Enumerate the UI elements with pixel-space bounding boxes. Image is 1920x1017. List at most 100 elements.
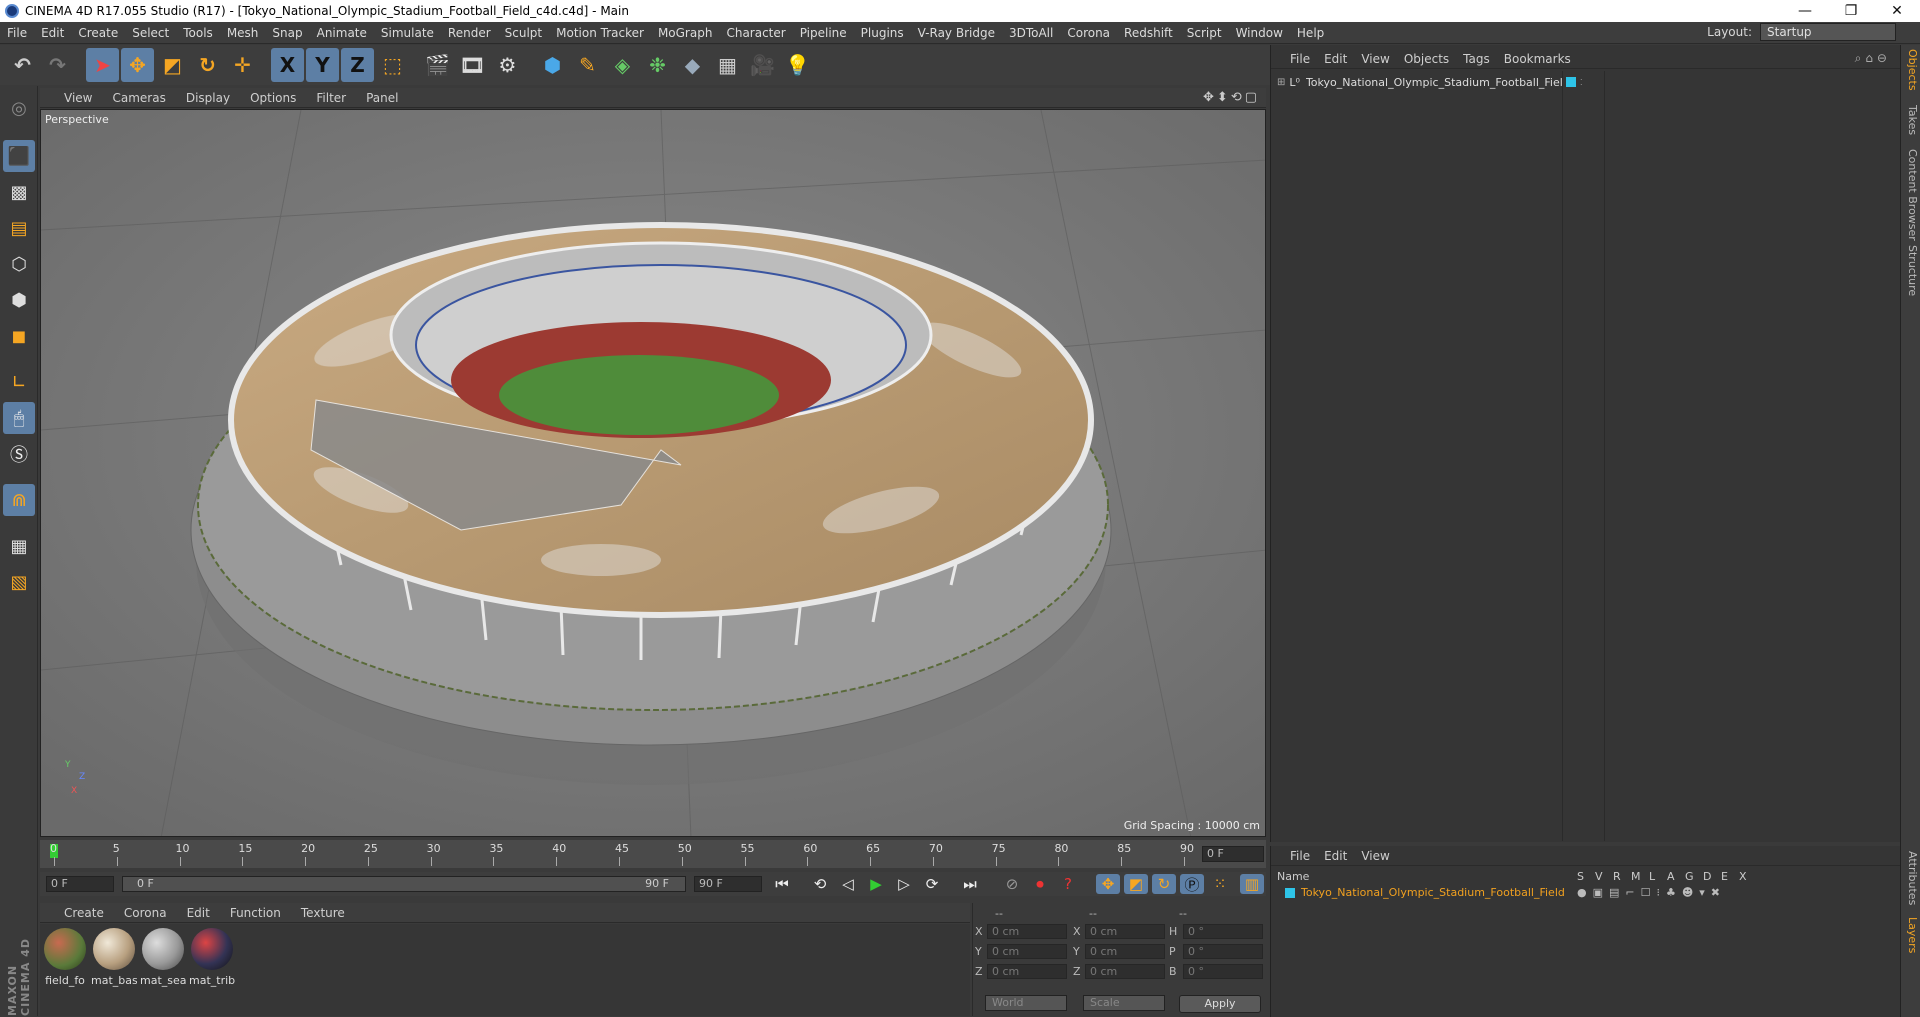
obj-menu-file[interactable]: File [1283,52,1317,66]
coord-system-dropdown[interactable]: World [985,995,1067,1011]
menu-corona[interactable]: Corona [1060,26,1117,40]
live-selection-icon[interactable]: ➤ [86,48,119,82]
floor-icon[interactable]: ▦ [711,48,744,82]
obj-menu-bookmarks[interactable]: Bookmarks [1497,52,1578,66]
vp-menu-cameras[interactable]: Cameras [102,91,175,105]
next-key-icon[interactable]: ⟳ [920,874,944,894]
mat-menu-function[interactable]: Function [220,906,291,920]
menu-plugins[interactable]: Plugins [854,26,911,40]
menu-window[interactable]: Window [1229,26,1290,40]
next-frame-icon[interactable]: ▷ [892,874,916,894]
texture-mode-icon[interactable]: ▩ [3,176,35,208]
object-name[interactable]: Tokyo_National_Olympic_Stadium_Football_… [1306,76,1562,89]
menu-mesh[interactable]: Mesh [220,26,266,40]
coordinate-system-icon[interactable]: ⬚ [376,48,409,82]
key-scale-icon[interactable]: ◩ [1124,874,1148,894]
vp-menu-view[interactable]: View [40,91,102,105]
go-to-end-icon[interactable]: ⏭ [958,874,982,894]
y-axis-lock-button[interactable]: Y [306,48,339,82]
obj-search-home-icons[interactable]: ⌕⌂⊖ [1855,51,1891,66]
layer-col-l[interactable]: L [1649,870,1655,883]
undo-icon[interactable]: ↶ [6,48,39,82]
obj-menu-view[interactable]: View [1354,52,1396,66]
obj-menu-objects[interactable]: Objects [1397,52,1456,66]
tab-takes[interactable]: Takes [1903,105,1919,135]
layer-name[interactable]: Tokyo_National_Olympic_Stadium_Football_… [1301,886,1565,899]
material-item[interactable]: mat_sea [140,928,186,992]
layer-col-g[interactable]: G [1685,870,1694,883]
layer-col-r[interactable]: R [1613,870,1621,883]
axis-mode-icon[interactable]: ∟ [3,366,35,398]
menu-vray-bridge[interactable]: V-Ray Bridge [911,26,1002,40]
menu-select[interactable]: Select [125,26,176,40]
mat-menu-texture[interactable]: Texture [291,906,355,920]
camera-icon[interactable]: 🎥 [746,48,779,82]
edit-render-settings-icon[interactable]: ⚙ [491,48,524,82]
autokey-icon[interactable]: ⏺ [1028,874,1052,894]
rot-b-field[interactable]: 0 ° [1183,964,1263,979]
layer-color-swatch[interactable] [1285,888,1295,898]
deformer-icon[interactable]: ◆ [676,48,709,82]
expand-icon[interactable]: ⊞ [1277,77,1285,88]
layout-dropdown[interactable]: Startup [1760,23,1896,41]
vp-menu-options[interactable]: Options [240,91,306,105]
previous-key-icon[interactable]: ⟲ [808,874,832,894]
restore-button[interactable]: ❐ [1828,0,1874,22]
material-item[interactable]: field_fo [42,928,88,992]
visibility-dots-icon[interactable]: ⁚ [1580,78,1583,87]
snap-icon[interactable]: ⋒ [3,484,35,516]
workplane-lock-icon[interactable]: ▦ [3,530,35,562]
make-editable-icon[interactable]: ◎ [3,92,35,124]
menu-edit[interactable]: Edit [34,26,71,40]
layer-menu-view[interactable]: View [1354,849,1396,863]
layer-col-x[interactable]: X [1739,870,1747,883]
key-parameter-icon[interactable]: Ⓟ [1180,874,1204,894]
tab-attributes[interactable]: Attributes [1903,851,1919,905]
menu-animate[interactable]: Animate [310,26,374,40]
end-frame-field[interactable]: 90 F [694,876,762,892]
layer-col-m[interactable]: M [1631,870,1641,883]
menu-help[interactable]: Help [1290,26,1331,40]
menu-pipeline[interactable]: Pipeline [793,26,854,40]
pen-spline-icon[interactable]: ✎ [571,48,604,82]
timeline-ruler[interactable]: 0 5 10 15 20 25 30 35 40 45 50 55 60 65 70 75 80 85 90 0 F [40,840,1266,868]
layer-col-s[interactable]: S [1577,870,1584,883]
previous-frame-icon[interactable]: ◁ [836,874,860,894]
pos-y-field[interactable]: 0 cm [987,944,1067,959]
menu-file[interactable]: File [0,26,34,40]
layer-col-d[interactable]: D [1703,870,1711,883]
redo-icon[interactable]: ↷ [41,48,74,82]
layer-row[interactable]: Tokyo_National_Olympic_Stadium_Football_… [1271,886,1901,902]
frame-range-slider[interactable]: 0 F 90 F [122,876,686,892]
x-axis-lock-button[interactable]: X [271,48,304,82]
pos-z-field[interactable]: 0 cm [987,964,1067,979]
timeline-window-icon[interactable]: ▥ [1240,874,1264,894]
menu-simulate[interactable]: Simulate [374,26,441,40]
close-button[interactable]: ✕ [1874,0,1920,22]
layer-col-v[interactable]: V [1595,870,1603,883]
layer-col-a[interactable]: A [1667,870,1675,883]
tab-objects[interactable]: Objects [1903,49,1919,91]
layer-flag-icons[interactable]: ●▣▤⌐☐⁝♣☻▾✖ [1577,886,1726,899]
menu-character[interactable]: Character [719,26,792,40]
render-view-icon[interactable]: 🎬 [421,48,454,82]
layer-menu-edit[interactable]: Edit [1317,849,1354,863]
cube-primitive-icon[interactable]: ⬢ [536,48,569,82]
apply-button[interactable]: Apply [1179,995,1261,1013]
rot-h-field[interactable]: 0 ° [1183,924,1263,939]
menu-snap[interactable]: Snap [265,26,309,40]
tab-structure[interactable]: Structure [1903,245,1919,296]
layer-menu-file[interactable]: File [1283,849,1317,863]
current-frame-field[interactable]: 0 F [1202,846,1264,862]
vp-menu-panel[interactable]: Panel [356,91,408,105]
vp-menu-display[interactable]: Display [176,91,240,105]
menu-motion-tracker[interactable]: Motion Tracker [549,26,651,40]
tab-content-browser[interactable]: Content Browser [1903,149,1919,241]
menu-render[interactable]: Render [441,26,498,40]
perspective-viewport[interactable]: Perspective Grid Spacing : 10000 cm Y Z … [40,109,1266,837]
planar-workplane-icon[interactable]: ▧ [3,566,35,598]
workplane-mode-icon[interactable]: ▤ [3,212,35,244]
rot-p-field[interactable]: 0 ° [1183,944,1263,959]
recent-tools-icon[interactable]: ✛ [226,48,259,82]
z-axis-lock-button[interactable]: Z [341,48,374,82]
